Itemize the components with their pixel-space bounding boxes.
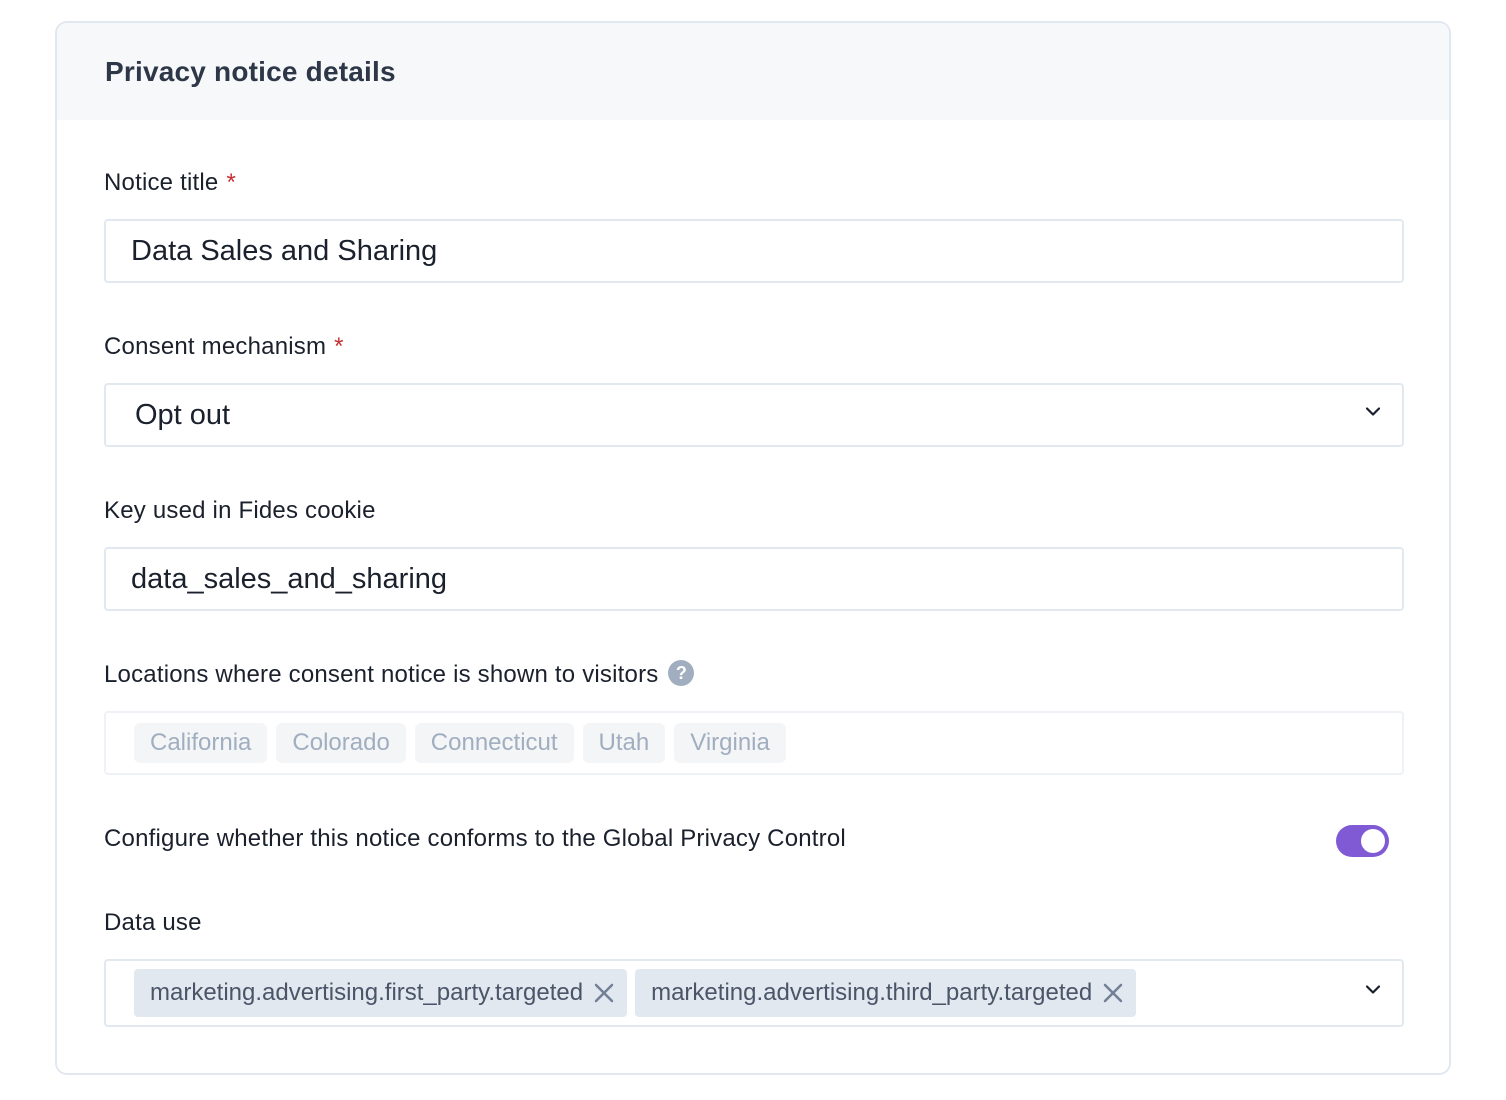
location-tag: Utah: [582, 723, 666, 763]
data-use-select[interactable]: marketing.advertising.first_party.target…: [104, 959, 1404, 1027]
required-asterisk: *: [226, 169, 236, 196]
location-tag: California: [134, 723, 268, 763]
locations-label: Locations where consent notice is shown …: [104, 659, 695, 689]
location-tag: Colorado: [276, 723, 406, 763]
consent-mechanism-select[interactable]: Opt out: [104, 383, 1404, 447]
question-circle-icon[interactable]: ?: [668, 659, 695, 686]
consent-mechanism-label-text: Consent mechanism: [104, 333, 327, 360]
chevron-down-icon[interactable]: [1366, 405, 1380, 419]
cookie-key-label: Key used in Fides cookie: [104, 497, 376, 524]
consent-mechanism-label: Consent mechanism *: [104, 333, 344, 361]
gpc-label: Configure whether this notice conforms t…: [104, 825, 846, 852]
locations-label-text: Locations where consent notice is shown …: [104, 661, 659, 688]
location-tag: Connecticut: [414, 723, 574, 763]
consent-mechanism-value: Opt out: [135, 398, 231, 431]
notice-title-label-text: Notice title: [104, 169, 219, 196]
data-use-tag: marketing.advertising.third_party.target…: [635, 969, 1137, 1017]
notice-title-label: Notice title *: [104, 169, 236, 197]
locations-field: California Colorado Connecticut Utah Vir…: [104, 711, 1404, 775]
required-asterisk: *: [334, 333, 344, 360]
cookie-key-input[interactable]: data_sales_and_sharing: [104, 547, 1404, 611]
chevron-down-icon[interactable]: [1366, 983, 1380, 997]
cookie-key-value: data_sales_and_sharing: [131, 562, 448, 595]
data-use-tag-label: marketing.advertising.first_party.target…: [150, 979, 584, 1006]
notice-title-input[interactable]: Data Sales and Sharing: [104, 219, 1404, 283]
location-tag: Virginia: [674, 723, 786, 763]
card-header: Privacy notice details: [57, 23, 1449, 120]
card-title: Privacy notice details: [105, 55, 396, 87]
data-use-tag-label: marketing.advertising.third_party.target…: [651, 979, 1093, 1006]
close-icon[interactable]: [1102, 982, 1124, 1004]
close-icon[interactable]: [593, 982, 615, 1004]
notice-title-value: Data Sales and Sharing: [131, 234, 438, 267]
gpc-toggle[interactable]: [1336, 825, 1389, 857]
data-use-label: Data use: [104, 909, 202, 936]
data-use-tag: marketing.advertising.first_party.target…: [134, 969, 628, 1017]
toggle-knob: [1361, 829, 1385, 853]
